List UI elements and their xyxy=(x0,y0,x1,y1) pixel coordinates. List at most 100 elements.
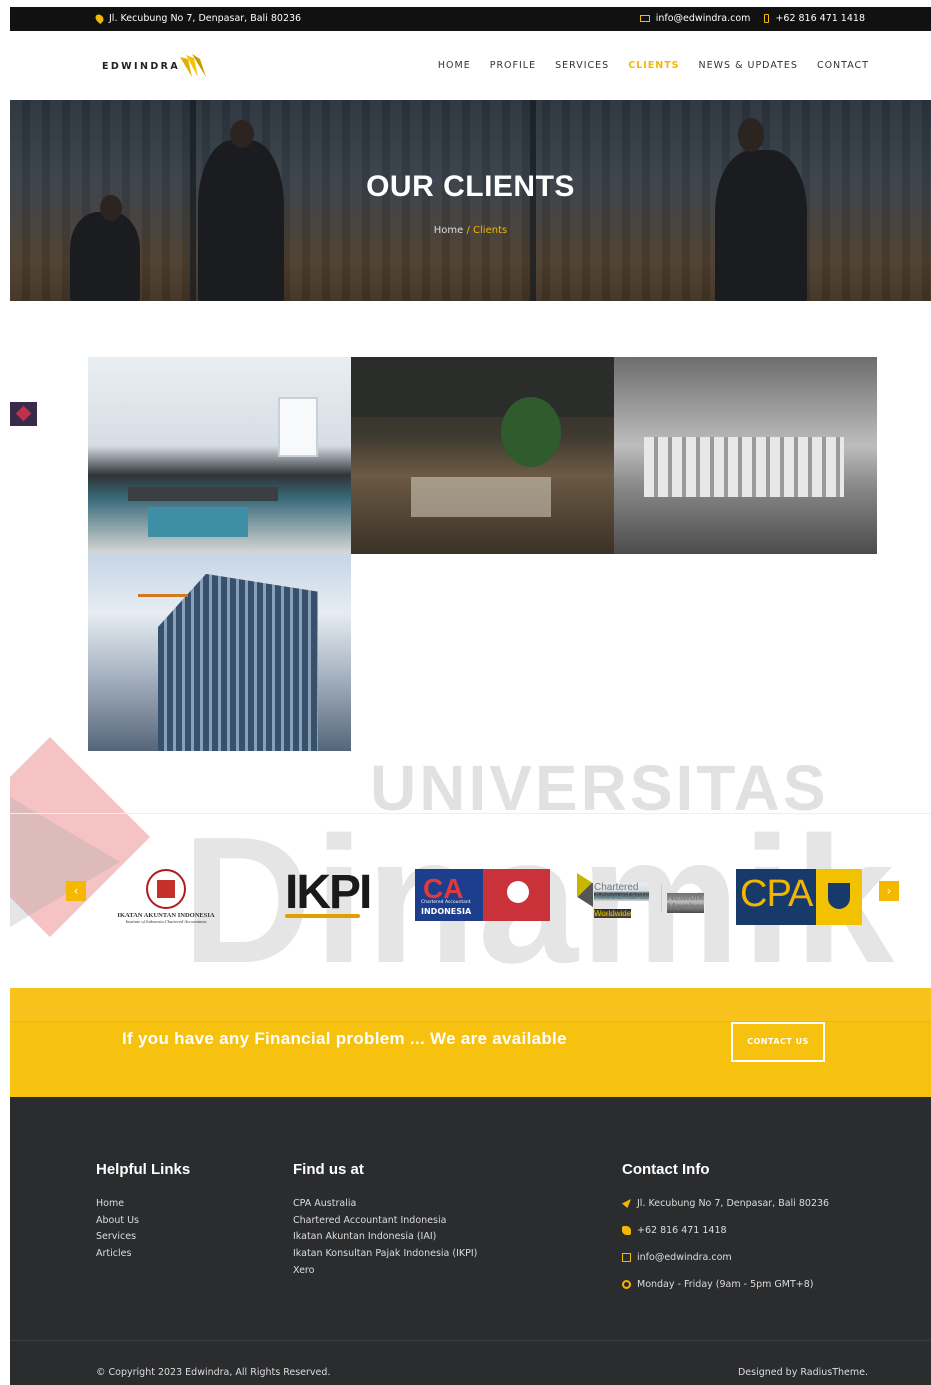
ikpi-text: IKPI xyxy=(285,866,372,919)
ca-subtitle: Chartered Accountant xyxy=(421,900,471,905)
topbar-contact: info@edwindra.com +62 816 471 1418 xyxy=(639,13,865,24)
ca-iai-emblem xyxy=(507,881,529,903)
partner-logo-ca-indonesia[interactable]: CA Chartered Accountant INDONESIA xyxy=(415,869,550,921)
envelope-icon xyxy=(639,15,650,22)
ca-country: INDONESIA xyxy=(421,907,472,916)
client-gallery xyxy=(88,357,877,752)
footer-helpful-links: Helpful Links Home About Us Services Art… xyxy=(96,1161,190,1265)
crane-arm xyxy=(138,594,188,597)
hero-person-center-head xyxy=(230,120,254,148)
top-bar: Jl. Kecubung No 7, Denpasar, Bali 80236 … xyxy=(10,7,931,31)
footer-find-iai[interactable]: Ikatan Akuntan Indonesia (IAI) xyxy=(293,1231,477,1248)
site-logo[interactable]: EDWINDRA xyxy=(102,61,180,72)
caw-network: Network Member xyxy=(667,893,704,913)
footer-find-xero[interactable]: Xero xyxy=(293,1265,477,1282)
cta-band-top xyxy=(10,988,931,1022)
section-divider xyxy=(10,813,931,814)
partner-logo-caw[interactable]: Chartered Accountants Worldwide Network … xyxy=(577,871,712,919)
footer-link-about[interactable]: About Us xyxy=(96,1215,190,1232)
cpa-crest-icon xyxy=(828,883,850,909)
footer-contact-title: Contact Info xyxy=(622,1161,710,1178)
caw-network-line2: Member xyxy=(667,902,704,913)
caw-mark-icon xyxy=(577,873,593,907)
hero-banner: OUR CLIENTS Home / Clients xyxy=(10,100,931,301)
cta-band: If you have any Financial problem ... We… xyxy=(10,988,931,1097)
topbar-email[interactable]: info@edwindra.com xyxy=(656,13,751,24)
footer-find-ikpi[interactable]: Ikatan Konsultan Pajak Indonesia (IKPI) xyxy=(293,1248,477,1265)
cta-message: If you have any Financial problem ... We… xyxy=(122,1029,567,1048)
nav-services[interactable]: SERVICES xyxy=(555,60,609,71)
footer-link-articles[interactable]: Articles xyxy=(96,1248,190,1265)
partner-logo-iai[interactable]: IKATAN AKUNTAN INDONESIA Institute of In… xyxy=(113,867,219,927)
iai-subtitle: Institute of Indonesia Chartered Account… xyxy=(125,919,207,924)
kitchen-window xyxy=(278,397,318,457)
cpa-text: CPA xyxy=(740,873,813,915)
contact-us-button[interactable]: CONTACT US xyxy=(731,1022,825,1062)
gallery-image-cafe[interactable] xyxy=(351,357,614,554)
caw-line3: Worldwide xyxy=(594,909,632,918)
footer-contact-email: info@edwindra.com xyxy=(622,1252,829,1279)
iai-caption: IKATAN AKUNTAN INDONESIA Institute of In… xyxy=(113,912,219,924)
nav-contact[interactable]: CONTACT xyxy=(817,60,869,71)
cafe-chairs xyxy=(411,477,551,517)
clock-icon xyxy=(622,1280,631,1289)
topbar-address: Jl. Kecubung No 7, Denpasar, Bali 80236 xyxy=(93,12,302,25)
factory-products xyxy=(644,437,844,497)
envelope-icon xyxy=(622,1253,631,1262)
nav-home[interactable]: HOME xyxy=(438,60,471,71)
send-icon xyxy=(622,1199,631,1208)
heart-icon xyxy=(15,405,32,422)
main-nav: HOME PROFILE SERVICES CLIENTS NEWS & UPD… xyxy=(438,60,869,71)
caw-separator xyxy=(661,885,662,913)
topbar-phone[interactable]: +62 816 471 1418 xyxy=(775,13,865,24)
page-title: OUR CLIENTS xyxy=(366,170,575,203)
footer-link-home[interactable]: Home xyxy=(96,1198,190,1215)
footer-designed-by[interactable]: Designed by RadiusTheme. xyxy=(738,1367,868,1378)
footer-copyright: © Copyright 2023 Edwindra, All Rights Re… xyxy=(96,1367,331,1378)
footer-helpful-title: Helpful Links xyxy=(96,1161,191,1178)
breadcrumb: Home / Clients xyxy=(10,225,931,236)
nav-profile[interactable]: PROFILE xyxy=(490,60,536,71)
caw-line2: Accountants xyxy=(594,891,650,902)
gallery-image-factory[interactable] xyxy=(614,357,877,554)
building-tower xyxy=(158,574,318,751)
footer-find-cpa[interactable]: CPA Australia xyxy=(293,1198,477,1215)
footer-find-us: Find us at CPA Australia Chartered Accou… xyxy=(293,1161,477,1281)
footer-contact-address: Jl. Kecubung No 7, Denpasar, Bali 80236 xyxy=(622,1198,829,1225)
cafe-ceiling xyxy=(351,357,614,417)
iai-emblem xyxy=(146,869,186,909)
carousel-next-button[interactable]: › xyxy=(879,881,899,901)
footer-find-ca[interactable]: Chartered Accountant Indonesia xyxy=(293,1215,477,1232)
carousel-prev-button[interactable]: ‹ xyxy=(66,881,86,901)
nav-clients[interactable]: CLIENTS xyxy=(628,60,679,71)
map-pin-icon xyxy=(93,12,106,25)
gallery-image-kitchen[interactable] xyxy=(88,357,351,554)
breadcrumb-home[interactable]: Home xyxy=(434,225,464,236)
hero-person-right-head xyxy=(738,118,764,152)
footer-email-text[interactable]: info@edwindra.com xyxy=(637,1252,732,1263)
footer-address-text: Jl. Kecubung No 7, Denpasar, Bali 80236 xyxy=(637,1198,830,1209)
caw-name: Chartered Accountants xyxy=(594,883,650,902)
chevron-left-icon: ‹ xyxy=(73,884,79,898)
iai-emblem-mark xyxy=(157,880,175,898)
kitchen-chairs xyxy=(148,507,248,537)
side-heart-badge[interactable] xyxy=(10,402,37,426)
partner-logo-cpa[interactable]: CPA xyxy=(736,869,862,925)
chevron-right-icon: › xyxy=(886,884,892,898)
topbar-address-text: Jl. Kecubung No 7, Denpasar, Bali 80236 xyxy=(109,13,302,24)
iai-name: IKATAN AKUNTAN INDONESIA xyxy=(117,912,215,919)
page-frame: Jl. Kecubung No 7, Denpasar, Bali 80236 … xyxy=(10,7,931,1385)
kitchen-counter xyxy=(128,487,278,501)
phone-icon xyxy=(764,14,770,23)
partner-logo-ikpi[interactable]: IKPI xyxy=(285,865,372,920)
footer-link-services[interactable]: Services xyxy=(96,1231,190,1248)
footer-phone-text[interactable]: +62 816 471 1418 xyxy=(637,1225,727,1236)
footer-contact-info: Contact Info Jl. Kecubung No 7, Denpasar… xyxy=(622,1161,829,1306)
footer-contact-hours: Monday - Friday (9am - 5pm GMT+8) xyxy=(622,1279,829,1306)
phone-icon xyxy=(622,1226,631,1235)
gallery-image-construction[interactable] xyxy=(88,554,351,751)
footer-find-title: Find us at xyxy=(293,1161,364,1178)
cafe-plant xyxy=(501,397,561,467)
nav-news-updates[interactable]: NEWS & UPDATES xyxy=(699,60,798,71)
ikpi-underline xyxy=(285,914,360,918)
